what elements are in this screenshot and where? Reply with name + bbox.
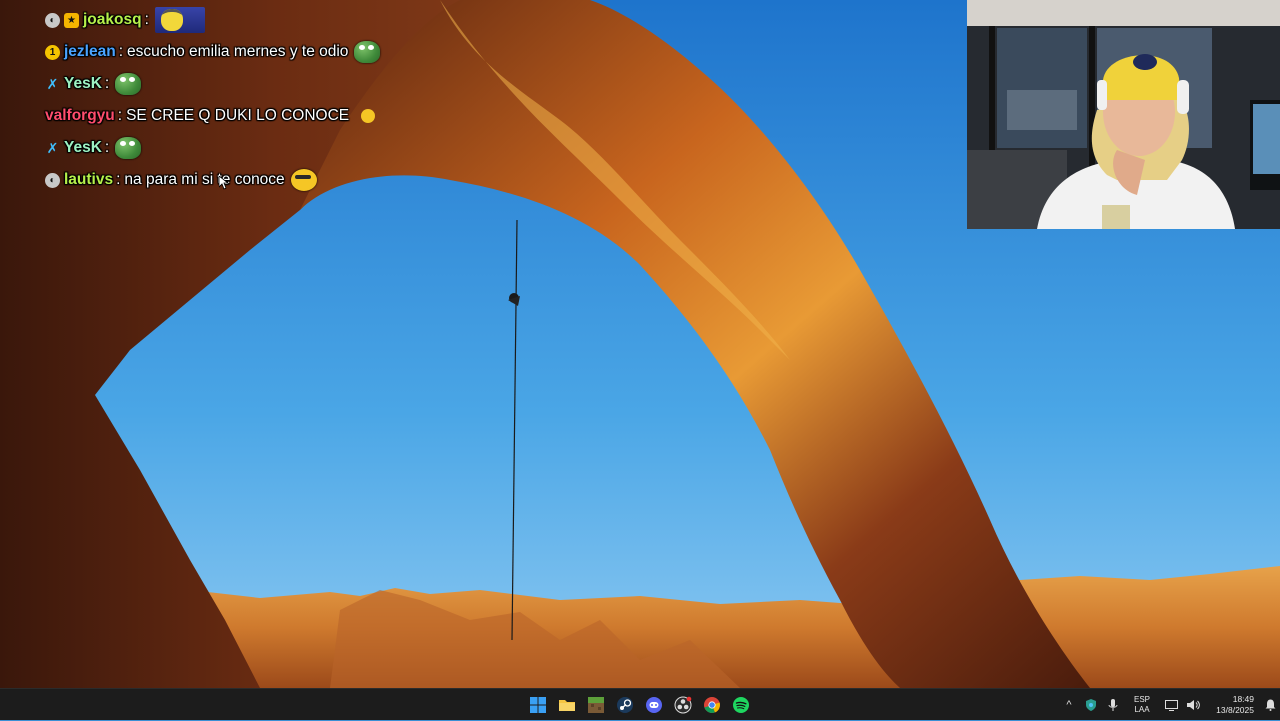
network-button[interactable] <box>1160 689 1182 721</box>
start-button[interactable] <box>526 691 550 719</box>
sword-badge-icon: ✗ <box>46 75 59 92</box>
input-language-button[interactable]: ESP LAA <box>1128 695 1156 715</box>
chat-message-text: na para mi si te conoce <box>124 171 285 188</box>
chat-message-text: escucho emilia mernes y te odio <box>127 43 349 60</box>
network-icon <box>1164 699 1178 711</box>
chat-colon: : <box>104 75 110 92</box>
chat-message: ✗ YesK : <box>45 132 505 164</box>
system-tray: ^ ESP LAA 18:49 13/8/2025 <box>1058 689 1280 721</box>
language-code: ESP <box>1133 695 1150 704</box>
subscriber-badge-icon: ★ <box>64 12 79 28</box>
chat-message: ◐ lautivs : na para mi si te conoce <box>45 164 505 196</box>
chat-message: 1 jezlean : escucho emilia mernes y te o… <box>45 36 505 68</box>
chevron-up-icon: ^ <box>1066 699 1072 711</box>
chat-message: valforgyu : SE CREE Q DUKI LO CONOCE <box>45 100 505 132</box>
chat-username[interactable]: valforgyu <box>45 107 115 125</box>
mod-shield-icon: ◐ <box>45 12 60 28</box>
mouse-cursor-icon <box>218 175 230 195</box>
bell-icon <box>1265 699 1275 711</box>
chat-colon: : <box>104 139 110 156</box>
minion-emote <box>154 7 205 33</box>
webcam-feed <box>967 0 1280 229</box>
steam-button[interactable] <box>613 691 637 719</box>
steam-icon <box>617 697 633 713</box>
spotify-button[interactable] <box>729 691 753 719</box>
folder-icon <box>559 700 575 711</box>
discord-button[interactable] <box>642 691 666 719</box>
smug-emote <box>290 169 317 191</box>
chat-colon: : <box>117 107 123 124</box>
show-hidden-icons-button[interactable]: ^ <box>1058 689 1080 721</box>
chat-username[interactable]: YesK <box>64 75 102 93</box>
chat-colon: : <box>116 171 121 188</box>
stream-chat-overlay: ◐ ★ joakosq : 1 jezlean : escucho emilia… <box>45 4 505 196</box>
chat-username[interactable]: lautivs <box>64 171 113 189</box>
taskbar-apps <box>526 689 753 721</box>
chrome-icon <box>704 697 720 713</box>
small-yellow-emote <box>361 109 376 123</box>
pepe-frog-emote <box>115 137 142 159</box>
pepe-frog-emote <box>354 41 381 63</box>
chat-username[interactable]: jezlean <box>64 43 116 61</box>
shield-security-icon <box>1086 699 1096 711</box>
chat-message: ✗ YesK : <box>45 68 505 100</box>
bits-badge-icon: 1 <box>45 44 60 60</box>
chat-colon: : <box>144 11 149 28</box>
clock-button[interactable]: 18:49 13/8/2025 <box>1208 694 1254 716</box>
windows-taskbar: ^ ESP LAA 18:49 13/8/2025 <box>0 688 1280 720</box>
chat-message-text: SE CREE Q DUKI LO CONOCE <box>126 107 350 124</box>
chat-colon: : <box>118 43 124 60</box>
spotify-icon <box>733 697 749 713</box>
keyboard-layout: LAA <box>1134 705 1150 714</box>
tray-app-icon[interactable] <box>1080 689 1102 721</box>
volume-button[interactable] <box>1182 689 1204 721</box>
chat-username[interactable]: joakosq <box>83 11 142 29</box>
discord-icon <box>646 697 662 713</box>
mod-shield-icon: ◐ <box>45 172 60 188</box>
minecraft-button[interactable] <box>584 691 608 719</box>
clock-time: 18:49 <box>1232 694 1254 704</box>
clock-date: 13/8/2025 <box>1216 705 1254 715</box>
notifications-button[interactable] <box>1260 689 1280 721</box>
microphone-button[interactable] <box>1102 689 1124 721</box>
sword-badge-icon: ✗ <box>46 139 59 156</box>
grass-block-icon <box>588 697 604 713</box>
obs-icon <box>674 696 692 714</box>
windows-logo-icon <box>530 697 546 713</box>
microphone-icon <box>1108 698 1118 711</box>
chat-username[interactable]: YesK <box>64 139 102 157</box>
speaker-icon <box>1187 700 1200 710</box>
chrome-button[interactable] <box>700 691 724 719</box>
chat-message: ◐ ★ joakosq : <box>45 4 505 36</box>
file-explorer-button[interactable] <box>555 691 579 719</box>
obs-button[interactable] <box>671 691 695 719</box>
pepe-frog-emote <box>115 73 142 95</box>
